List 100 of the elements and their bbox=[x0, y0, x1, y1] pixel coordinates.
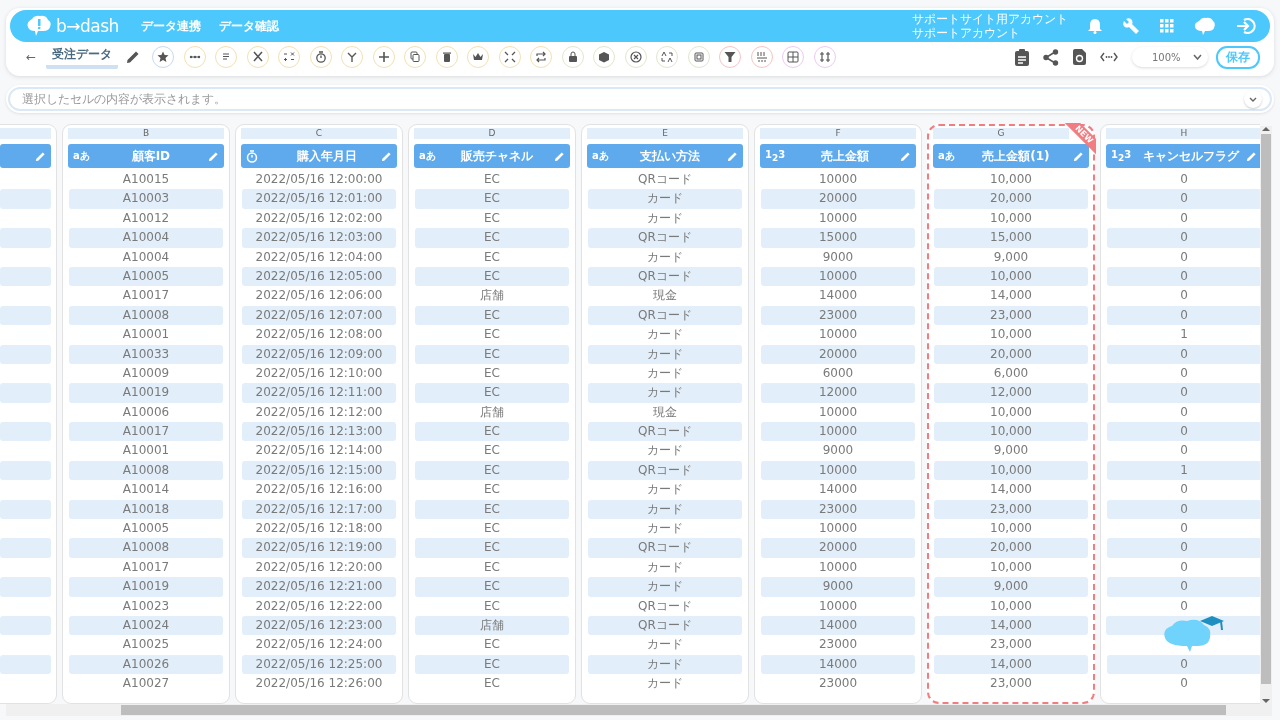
table-cell[interactable]: 0 bbox=[1106, 247, 1260, 267]
horizontal-scrollbar[interactable] bbox=[6, 704, 1272, 716]
table-cell[interactable]: 15000 bbox=[761, 228, 915, 248]
table-cell[interactable]: A10017 bbox=[68, 557, 224, 578]
table-cell[interactable]: 9,000 bbox=[934, 577, 1088, 597]
table-cell[interactable]: 0 bbox=[1107, 344, 1260, 364]
table-cell[interactable]: A10023 bbox=[68, 596, 224, 616]
table-cell[interactable]: 14000 bbox=[760, 286, 916, 306]
table-cell[interactable]: カード bbox=[587, 635, 743, 655]
table-cell[interactable]: 0 bbox=[1107, 422, 1260, 442]
table-cell[interactable]: EC bbox=[414, 596, 570, 616]
table-cell[interactable]: 10,000 bbox=[933, 208, 1089, 229]
table-cell[interactable]: A10008 bbox=[69, 538, 223, 558]
table-cell[interactable]: 2022/05/16 12:12:00 bbox=[241, 402, 397, 423]
table-cell[interactable]: 2022/05/16 12:08:00 bbox=[241, 325, 397, 345]
table-cell[interactable]: 0 bbox=[1106, 480, 1260, 500]
table-cell[interactable]: 2022/05/16 12:13:00 bbox=[242, 422, 396, 442]
clipboard-icon[interactable] bbox=[1015, 48, 1029, 66]
table-cell[interactable]: 23,000 bbox=[934, 305, 1088, 326]
table-cell[interactable]: 23000 bbox=[760, 635, 916, 655]
pencil-icon[interactable] bbox=[126, 50, 141, 64]
table-cell[interactable]: 店舗 bbox=[414, 402, 570, 423]
table-cell[interactable]: カード bbox=[587, 363, 743, 384]
table-cell[interactable]: カード bbox=[587, 674, 743, 694]
toolbar-button[interactable] bbox=[656, 46, 679, 68]
table-cell[interactable]: A10019 bbox=[69, 383, 223, 403]
table-cell[interactable]: 2022/05/16 12:22:00 bbox=[241, 596, 397, 616]
back-button[interactable]: ← bbox=[26, 50, 37, 64]
zoom-select[interactable]: 100% bbox=[1132, 47, 1208, 67]
column-header[interactable]: aあ 販売チャネル bbox=[414, 144, 570, 168]
table-cell[interactable]: A10027 bbox=[68, 674, 224, 694]
table-cell[interactable]: 0 bbox=[1106, 170, 1260, 190]
table-cell[interactable]: A10012 bbox=[68, 208, 224, 229]
table-cell[interactable]: A10006 bbox=[68, 402, 224, 423]
table-cell[interactable]: 23,000 bbox=[933, 674, 1089, 694]
table-cell[interactable]: カード bbox=[588, 654, 742, 675]
table-cell[interactable]: カード bbox=[588, 499, 742, 520]
table-cell[interactable]: 10000 bbox=[761, 266, 915, 287]
table-cell[interactable]: 14,000 bbox=[933, 480, 1089, 500]
table-cell[interactable]: 10000 bbox=[760, 596, 916, 616]
table-cell[interactable]: 23,000 bbox=[933, 635, 1089, 655]
table-cell[interactable]: A10019 bbox=[69, 577, 223, 597]
toolbar-button[interactable] bbox=[183, 46, 206, 68]
table-cell[interactable]: 2022/05/16 12:01:00 bbox=[242, 189, 396, 209]
table-cell[interactable]: A10018 bbox=[69, 499, 223, 520]
table-cell[interactable]: 0 bbox=[1106, 363, 1260, 384]
table-cell[interactable]: 20000 bbox=[761, 189, 915, 209]
table-cell[interactable]: QRコード bbox=[588, 266, 742, 287]
table-cell[interactable]: カード bbox=[587, 480, 743, 500]
table-cell[interactable]: 20000 bbox=[761, 344, 915, 364]
table-cell[interactable]: A10001 bbox=[68, 441, 224, 461]
table-cell[interactable]: 23000 bbox=[761, 305, 915, 326]
table-cell[interactable]: A10017 bbox=[68, 286, 224, 306]
vertical-scrollbar[interactable] bbox=[1260, 126, 1272, 704]
table-cell[interactable]: 0 bbox=[1106, 596, 1260, 616]
toolbar-button[interactable] bbox=[498, 46, 521, 68]
table-cell[interactable]: 0 bbox=[1107, 305, 1260, 326]
table-cell[interactable]: 2022/05/16 12:04:00 bbox=[241, 247, 397, 267]
table-cell[interactable]: 10,000 bbox=[934, 266, 1088, 287]
toolbar-button[interactable] bbox=[435, 46, 458, 68]
column-header[interactable]: aあ 顧客ID bbox=[68, 144, 224, 168]
column-header[interactable]: 購入年月日 bbox=[241, 144, 397, 168]
table-cell[interactable]: 2022/05/16 12:03:00 bbox=[242, 228, 396, 248]
table-cell[interactable]: EC bbox=[415, 383, 569, 403]
table-cell[interactable]: 0 bbox=[1107, 228, 1260, 248]
table-cell[interactable]: 2022/05/16 12:25:00 bbox=[242, 654, 396, 675]
table-cell[interactable]: カード bbox=[588, 577, 742, 597]
table-cell[interactable]: A10017 bbox=[69, 422, 223, 442]
table-cell[interactable]: EC bbox=[414, 247, 570, 267]
table-cell[interactable]: 0 bbox=[1106, 674, 1260, 694]
toolbar-button[interactable] bbox=[404, 46, 427, 68]
table-cell[interactable]: 2022/05/16 12:07:00 bbox=[242, 305, 396, 326]
toolbar-button[interactable] bbox=[593, 46, 616, 68]
share-icon[interactable] bbox=[1043, 48, 1059, 66]
table-cell[interactable]: 20000 bbox=[761, 538, 915, 558]
table-cell[interactable]: 9000 bbox=[760, 247, 916, 267]
table-cell[interactable]: 2022/05/16 12:24:00 bbox=[241, 635, 397, 655]
table-cell[interactable]: 0 bbox=[1106, 402, 1260, 423]
table-cell[interactable]: 0 bbox=[1106, 557, 1260, 578]
column-letter[interactable]: H bbox=[1106, 128, 1260, 139]
table-cell[interactable]: 0 bbox=[1106, 286, 1260, 306]
toolbar-button[interactable] bbox=[152, 46, 175, 68]
table-cell[interactable]: カード bbox=[588, 189, 742, 209]
table-cell[interactable]: 23000 bbox=[760, 674, 916, 694]
table-cell[interactable]: 9,000 bbox=[933, 441, 1089, 461]
table-cell[interactable]: QRコード bbox=[588, 305, 742, 326]
table-cell[interactable]: 店舗 bbox=[414, 286, 570, 306]
table-cell[interactable]: 店舗 bbox=[415, 616, 569, 636]
table-cell[interactable]: カード bbox=[588, 344, 742, 364]
table-cell[interactable]: カード bbox=[587, 519, 743, 539]
table-cell[interactable]: 1 bbox=[1106, 325, 1260, 345]
table-cell[interactable]: A10001 bbox=[68, 325, 224, 345]
table-cell[interactable]: 23000 bbox=[761, 499, 915, 520]
table-cell[interactable]: QRコード bbox=[588, 460, 742, 481]
table-cell[interactable]: 14000 bbox=[761, 616, 915, 636]
table-cell[interactable]: 2022/05/16 12:26:00 bbox=[241, 674, 397, 694]
column-letter[interactable]: D bbox=[414, 128, 570, 139]
table-cell[interactable]: カード bbox=[587, 208, 743, 229]
table-cell[interactable]: 2022/05/16 12:18:00 bbox=[241, 519, 397, 539]
code-brackets-icon[interactable] bbox=[1100, 52, 1118, 62]
